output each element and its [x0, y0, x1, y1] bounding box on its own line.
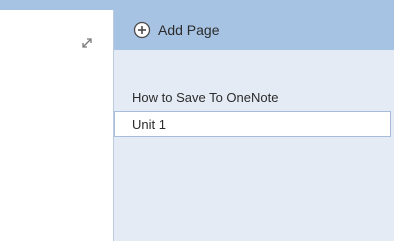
add-page-button[interactable]: Add Page — [114, 10, 394, 50]
section-title: How to Save To OneNote — [132, 90, 279, 105]
expand-diagonal-icon[interactable] — [80, 36, 94, 50]
page-item-unit-1[interactable]: Unit 1 — [114, 111, 391, 137]
page-list-pane: Add Page How to Save To OneNote Unit 1 — [113, 10, 394, 241]
window-top-strip — [0, 0, 394, 10]
left-pane — [0, 10, 113, 241]
plus-circle-icon — [133, 21, 151, 39]
add-page-label: Add Page — [158, 22, 220, 38]
